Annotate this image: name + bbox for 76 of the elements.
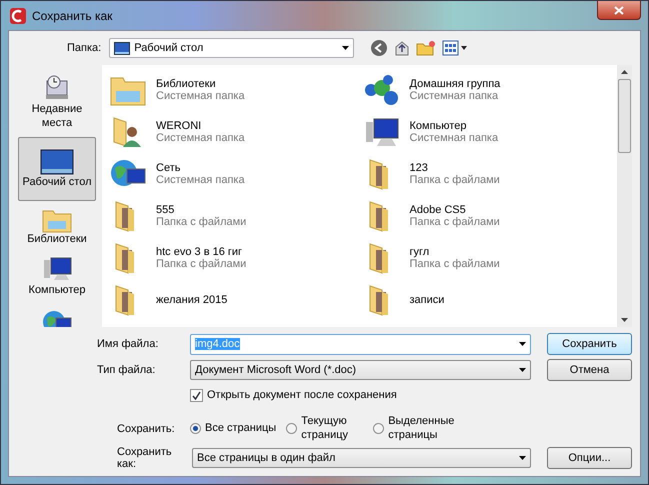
file-item[interactable]: 555 Папка с файлами bbox=[110, 195, 364, 238]
file-name: Домашняя группа bbox=[410, 78, 500, 90]
desktop-icon bbox=[114, 42, 130, 55]
desktop-icon bbox=[40, 148, 74, 176]
file-name: 123 bbox=[410, 162, 429, 174]
open-after-save-label: Открыть документ после сохранения bbox=[207, 389, 397, 402]
sidebar-item[interactable]: Компьютер bbox=[18, 252, 96, 302]
file-item[interactable]: htc evo 3 в 16 гиг Папка с файлами bbox=[110, 237, 364, 280]
scrollbar-thumb[interactable] bbox=[618, 79, 631, 154]
location-dropdown[interactable]: Рабочий стол bbox=[109, 38, 354, 58]
scroll-down-arrow-icon[interactable] bbox=[621, 318, 628, 322]
file-type: Папка с файлами bbox=[156, 258, 246, 270]
file-type: Папка с файлами bbox=[410, 258, 500, 270]
scrollbar[interactable] bbox=[617, 65, 632, 328]
cancel-button[interactable]: Отмена bbox=[547, 359, 632, 382]
up-folder-icon[interactable] bbox=[394, 39, 410, 58]
caret-icon bbox=[519, 342, 526, 346]
folder-label: Папка: bbox=[67, 42, 102, 54]
file-name: Библиотеки bbox=[156, 78, 217, 90]
file-name: Компьютер bbox=[410, 120, 468, 132]
save-as-dropdown[interactable]: Все страницы в один файл bbox=[192, 448, 531, 468]
file-name: htc evo 3 в 16 гиг bbox=[156, 246, 244, 258]
file-item[interactable]: Adobe CS5 Папка с файлами bbox=[364, 195, 617, 238]
sidebar-item[interactable]: Библиотеки bbox=[18, 202, 96, 250]
radio-label: Все страницы bbox=[205, 422, 276, 436]
file-type: Папка с файлами bbox=[156, 216, 246, 228]
file-name: Сеть bbox=[156, 162, 182, 174]
file-type: Системная папка bbox=[156, 90, 245, 102]
file-name-label: Имя файла: bbox=[97, 338, 160, 350]
file-item[interactable]: Домашняя группа Системная папка bbox=[364, 69, 617, 112]
file-name: гугл bbox=[410, 246, 430, 258]
sidebar-item[interactable]: Рабочий стол bbox=[18, 136, 96, 201]
window-title: Сохранить как bbox=[32, 8, 112, 23]
caret-icon bbox=[519, 368, 526, 372]
file-item[interactable]: Библиотеки Системная папка bbox=[110, 69, 364, 112]
save-as-label: Сохранить как: bbox=[117, 446, 173, 470]
file-type: Системная папка bbox=[156, 132, 245, 144]
file-item[interactable]: WERONI Системная папка bbox=[110, 111, 364, 154]
radio-button[interactable] bbox=[286, 423, 298, 434]
file-type: Системная папка bbox=[410, 132, 498, 144]
close-icon bbox=[614, 6, 624, 14]
save-button[interactable]: Сохранить bbox=[547, 333, 632, 356]
file-name: Adobe CS5 bbox=[410, 204, 467, 216]
file-item[interactable]: Компьютер Системная папка bbox=[364, 111, 617, 154]
radio-label: Текущую страницу bbox=[301, 415, 350, 442]
view-menu-icon[interactable] bbox=[442, 40, 468, 56]
computer-icon bbox=[364, 116, 400, 148]
options-button[interactable]: Опции... bbox=[547, 446, 632, 469]
file-name: 555 bbox=[156, 204, 176, 216]
save-label: Сохранить: bbox=[117, 422, 176, 435]
file-type: Системная папка bbox=[410, 90, 500, 102]
radio-button[interactable] bbox=[373, 423, 384, 434]
scroll-up-arrow-icon[interactable] bbox=[621, 70, 628, 74]
caret-icon bbox=[519, 456, 526, 460]
checkbox[interactable] bbox=[190, 388, 203, 402]
app-logo-icon bbox=[10, 8, 26, 24]
file-type-label: Тип файла: bbox=[97, 364, 156, 376]
file-type: Папка с файлами bbox=[410, 174, 500, 186]
radio-button[interactable] bbox=[190, 423, 201, 434]
caret-icon bbox=[342, 46, 350, 50]
homegroup-icon bbox=[364, 74, 400, 106]
file-name: WERONI bbox=[156, 120, 202, 132]
file-type-dropdown[interactable]: Документ Microsoft Word (*.doc) bbox=[190, 360, 531, 380]
close-button[interactable] bbox=[597, 1, 641, 20]
file-item[interactable]: записи bbox=[364, 279, 617, 322]
file-name: записи bbox=[410, 294, 444, 306]
back-icon[interactable] bbox=[370, 39, 388, 58]
file-item[interactable]: Сеть Системная папка bbox=[110, 153, 364, 196]
file-item[interactable]: желания 2015 bbox=[110, 279, 364, 322]
file-item[interactable]: 123 Папка с файлами bbox=[364, 153, 617, 196]
file-type: Системная папка bbox=[156, 174, 245, 186]
file-name: желания 2015 bbox=[156, 294, 228, 306]
file-item[interactable]: гугл Папка с файлами bbox=[364, 237, 617, 280]
new-folder-icon[interactable] bbox=[416, 40, 436, 56]
file-type: Папка с файлами bbox=[410, 216, 500, 228]
sidebar-item[interactable]: Недавние места bbox=[18, 69, 96, 135]
